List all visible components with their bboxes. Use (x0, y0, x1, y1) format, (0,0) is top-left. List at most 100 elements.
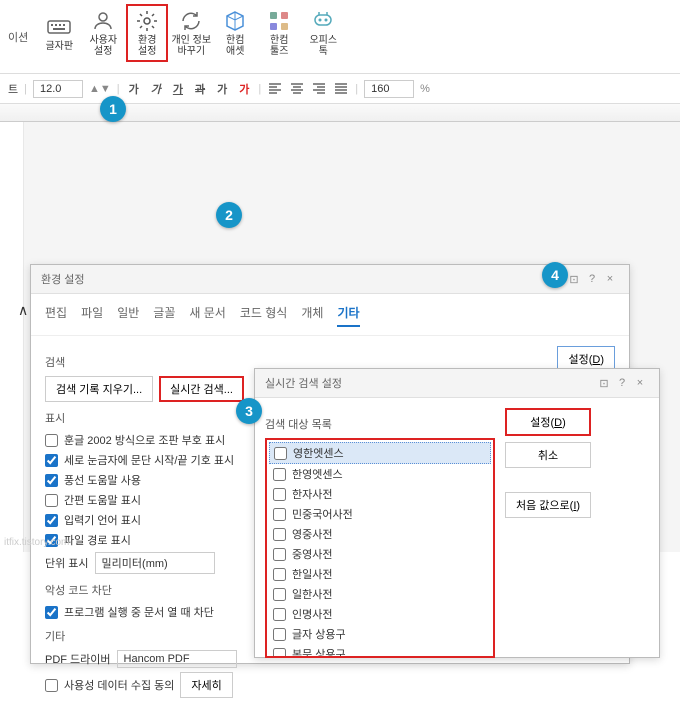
pdf-label: PDF 드라이버 (45, 651, 111, 667)
list-item-check[interactable] (273, 628, 286, 641)
usage-detail-button[interactable]: 자세히 (180, 672, 232, 698)
tab-general[interactable]: 일반 (117, 304, 139, 327)
bold-button[interactable]: 가 (126, 81, 142, 97)
pdf-driver-combo[interactable]: Hancom PDF (117, 650, 237, 668)
dialog-titlebar: 환경 설정 ⊡ ? × (31, 265, 629, 294)
tab-row: 편집 파일 일반 글꼴 새 문서 코드 형식 개체 기타 (31, 294, 629, 336)
list-item-check[interactable] (273, 468, 286, 481)
underline-button[interactable]: 가 (170, 81, 186, 97)
ribbon-item-asset[interactable]: 한컴 애셋 (214, 4, 256, 62)
display-check[interactable] (45, 434, 58, 447)
close-icon[interactable]: × (631, 377, 649, 389)
font-size-combo[interactable]: 12.0 (33, 80, 83, 98)
format-left-label: 트 (8, 81, 18, 97)
dialog-title: 환경 설정 (41, 271, 85, 287)
align-justify-icon[interactable] (333, 82, 349, 96)
color-button[interactable]: 가 (236, 81, 252, 97)
ribbon-label: 환경 설정 (138, 35, 156, 57)
help-icon[interactable]: ? (583, 273, 601, 285)
tab-code[interactable]: 코드 형식 (240, 304, 288, 327)
gear-icon (135, 9, 159, 33)
check-label: 사용성 데이터 수집 동의 (64, 677, 174, 693)
ribbon-group-label: 이션 (8, 29, 36, 45)
list-item-label: 한자사전 (292, 486, 332, 502)
align-right-icon[interactable] (311, 82, 327, 96)
dialog-title: 실시간 검색 설정 (265, 375, 342, 391)
outline-button[interactable]: 가 (214, 81, 230, 97)
list-item-check[interactable] (273, 648, 286, 659)
align-center-icon[interactable] (289, 82, 305, 96)
tab-font[interactable]: 글꼴 (153, 304, 175, 327)
strike-button[interactable]: 과 (192, 81, 208, 97)
help-icon[interactable]: ? (613, 377, 631, 389)
list-item[interactable]: 한자사전 (269, 484, 491, 504)
separator: | (117, 83, 120, 95)
ribbon-item-user-settings[interactable]: 사용자 설정 (82, 4, 124, 62)
search-target-listbox[interactable]: 영한엣센스한영엣센스한자사전민중국어사전영중사전중영사전한일사전일한사전인명사전… (265, 438, 495, 658)
list-item[interactable]: 영한엣센스 (269, 442, 491, 464)
display-check[interactable] (45, 474, 58, 487)
help-icon[interactable]: ⊡ (595, 377, 613, 390)
list-item[interactable]: 한영엣센스 (269, 464, 491, 484)
ribbon-item-privacy[interactable]: 개인 정보 바꾸기 (170, 4, 212, 62)
chat-icon (311, 9, 335, 33)
display-check[interactable] (45, 494, 58, 507)
zoom-combo[interactable]: 160 (364, 80, 414, 98)
list-item[interactable]: 본문 상용구 (269, 644, 491, 658)
list-item-check[interactable] (273, 508, 286, 521)
clear-history-button[interactable]: 검색 기록 지우기... (45, 376, 153, 402)
close-icon[interactable]: × (601, 273, 619, 285)
ribbon-label: 사용자 설정 (89, 35, 117, 57)
unit-label: 단위 표시 (45, 555, 89, 571)
list-item-check[interactable] (274, 447, 287, 460)
list-item[interactable]: 일한사전 (269, 584, 491, 604)
page-area: ∧ 환경 설정 ⊡ ? × 편집 파일 일반 글꼴 새 문서 코드 형식 개체 … (0, 122, 680, 552)
tab-etc[interactable]: 기타 (337, 304, 359, 327)
ribbon-item-office-talk[interactable]: 오피스 톡 (302, 4, 344, 62)
refresh-icon (179, 9, 203, 33)
align-left-icon[interactable] (267, 82, 283, 96)
list-item[interactable]: 인명사전 (269, 604, 491, 624)
ribbon-item-tools[interactable]: 한컴 툴즈 (258, 4, 300, 62)
list-item-check[interactable] (273, 488, 286, 501)
list-item-label: 한영엣센스 (292, 466, 343, 482)
tab-file[interactable]: 파일 (81, 304, 103, 327)
separator: | (24, 83, 27, 95)
list-item-label: 본문 상용구 (292, 646, 346, 658)
font-size-stepper[interactable]: ▲▼ (89, 83, 111, 95)
realtime-search-button[interactable]: 실시간 검색... (159, 376, 244, 402)
separator: | (258, 83, 261, 95)
cancel-button[interactable]: 취소 (505, 442, 591, 468)
zoom-stepper[interactable]: % (420, 83, 430, 95)
list-item-check[interactable] (273, 588, 286, 601)
gutter (0, 122, 24, 552)
ribbon-label: 한컴 애셋 (226, 35, 244, 57)
user-icon (91, 9, 115, 33)
list-item-check[interactable] (273, 548, 286, 561)
usage-data-check[interactable] (45, 679, 58, 692)
tab-object[interactable]: 개체 (301, 304, 323, 327)
display-check[interactable] (45, 514, 58, 527)
unit-combo[interactable]: 밀리미터(mm) (95, 552, 215, 574)
display-check[interactable] (45, 454, 58, 467)
list-item-label: 영중사전 (292, 526, 332, 542)
list-item-check[interactable] (273, 528, 286, 541)
ribbon-item-keyboard[interactable]: 글자판 (38, 4, 80, 62)
apply-button[interactable]: 설정(D) (505, 408, 591, 436)
list-item-check[interactable] (273, 608, 286, 621)
list-item-label: 영한엣센스 (293, 445, 344, 461)
block-malicious-check[interactable] (45, 606, 58, 619)
ribbon-item-preferences[interactable]: 환경 설정 (126, 4, 168, 62)
list-item-check[interactable] (273, 568, 286, 581)
list-item[interactable]: 중영사전 (269, 544, 491, 564)
list-item[interactable]: 민중국어사전 (269, 504, 491, 524)
default-button[interactable]: 처음 값으로(I) (505, 492, 591, 518)
tab-edit[interactable]: 편집 (45, 304, 67, 327)
tab-newdoc[interactable]: 새 문서 (189, 304, 225, 327)
list-item[interactable]: 한일사전 (269, 564, 491, 584)
check-label: 프로그램 실행 중 문서 열 때 차단 (64, 604, 214, 620)
italic-button[interactable]: 가 (148, 81, 164, 97)
separator: | (355, 83, 358, 95)
list-item[interactable]: 글자 상용구 (269, 624, 491, 644)
list-item[interactable]: 영중사전 (269, 524, 491, 544)
